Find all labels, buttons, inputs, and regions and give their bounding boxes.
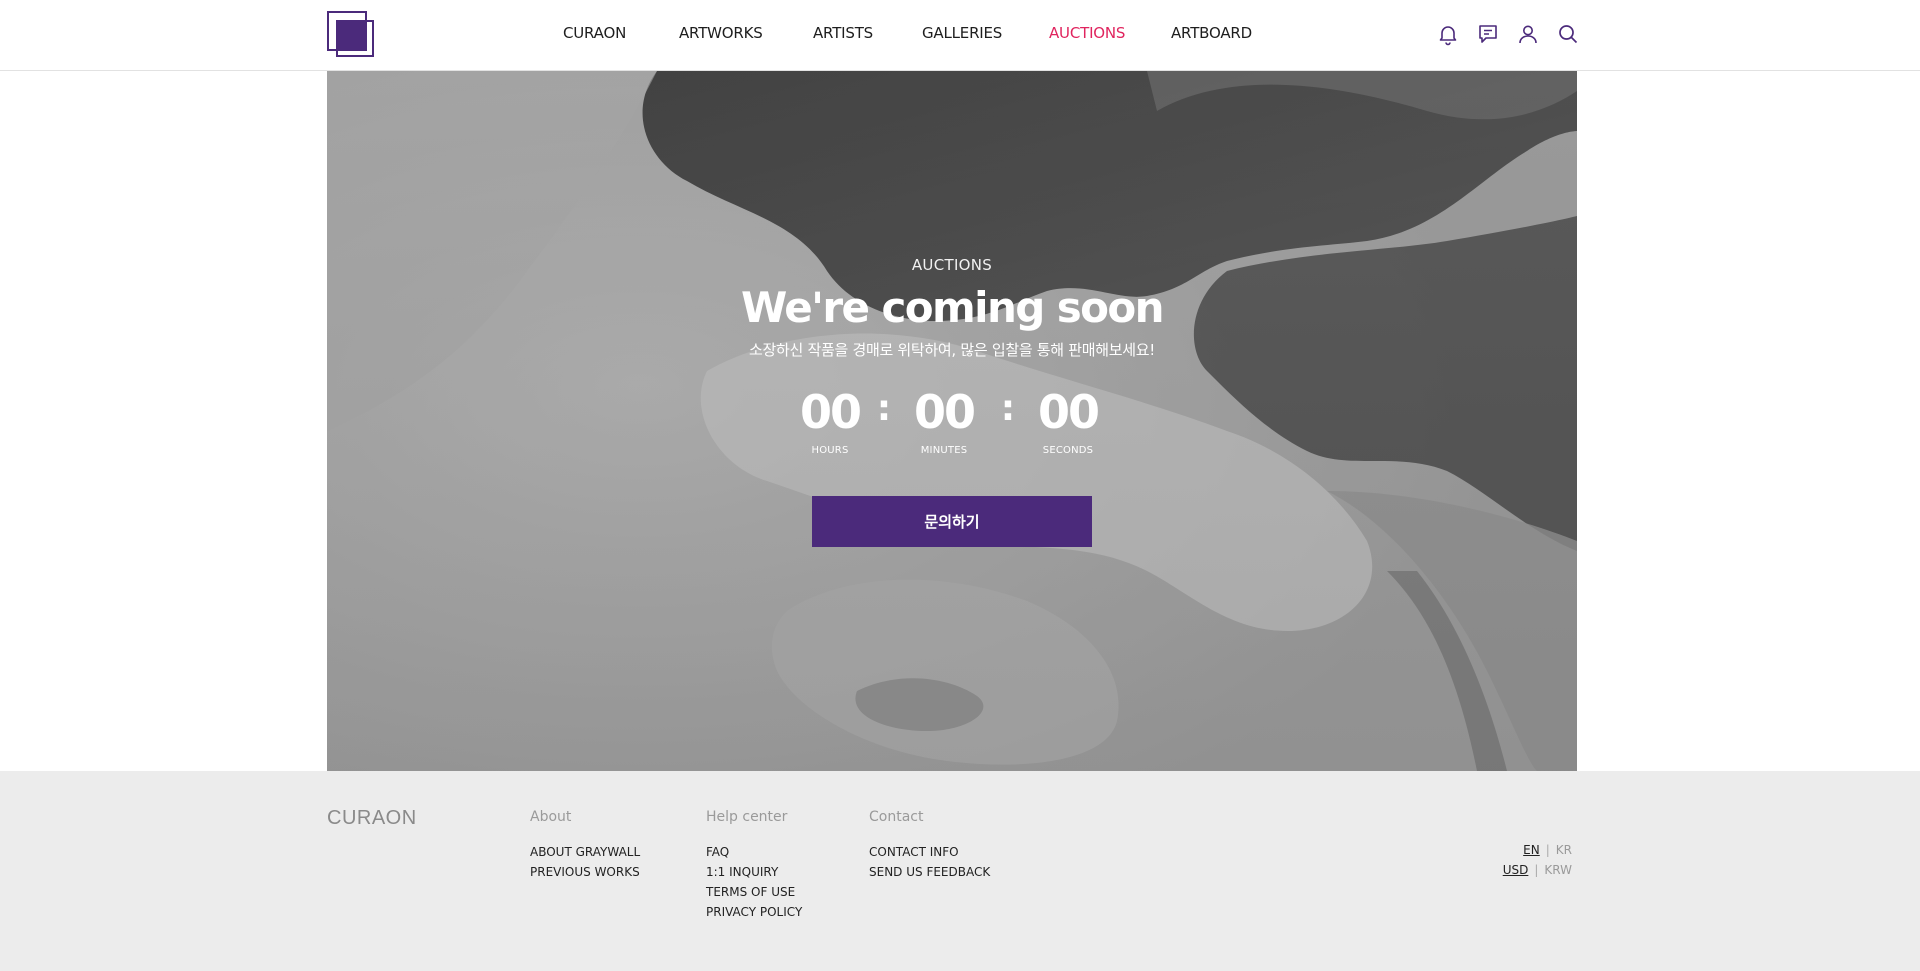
countdown-hours: 00 [799,385,862,439]
footer-about-column: About ABOUT GRAYWALL PREVIOUS WORKS [530,809,640,882]
countdown-colon-2: : [1000,388,1016,429]
curaon-logo[interactable] [327,11,375,57]
nav-item-galleries[interactable]: GALLERIES [922,24,1002,42]
inquiry-button[interactable]: 문의하기 [812,496,1092,547]
countdown-minutes: 00 [913,385,976,439]
countdown-seconds-label: SECONDS [1042,445,1094,456]
hero-subline: 소장하신 작품을 경매로 위탁하여, 많은 입찰을 통해 판매해보세요! [749,341,1155,359]
currency-usd[interactable]: USD [1503,863,1529,877]
countdown-colon-1: : [876,388,892,429]
currency-krw[interactable]: KRW [1544,863,1572,877]
language-en[interactable]: EN [1523,843,1540,857]
language-kr[interactable]: KR [1556,843,1572,857]
footer-help-column: Help center FAQ 1:1 INQUIRY TERMS OF USE… [706,809,802,922]
logo-inner-square [336,20,374,57]
footer-link-terms[interactable]: TERMS OF USE [706,882,802,902]
countdown-hours-label: HOURS [811,445,849,456]
language-switcher: EN | KR [1523,843,1572,857]
countdown-minutes-label: MINUTES [920,445,968,456]
hero-eyebrow: AUCTIONS [911,256,993,274]
hero-headline: We're coming soon [741,283,1165,332]
message-icon[interactable] [1476,22,1500,46]
nav-item-artists[interactable]: ARTISTS [813,24,873,42]
footer-help-heading: Help center [706,809,788,825]
footer-link-previous-works[interactable]: PREVIOUS WORKS [530,862,640,882]
nav-item-artworks[interactable]: ARTWORKS [679,24,763,42]
footer-brand[interactable]: CURAON [327,807,417,830]
language-separator: | [1545,843,1550,857]
footer-link-about-graywall[interactable]: ABOUT GRAYWALL [530,842,640,862]
footer-link-inquiry[interactable]: 1:1 INQUIRY [706,862,802,882]
countdown-seconds: 00 [1037,385,1100,439]
search-icon[interactable] [1556,22,1580,46]
footer-about-heading: About [530,809,572,825]
footer-contact-column: Contact CONTACT INFO SEND US FEEDBACK [869,809,990,882]
bell-icon[interactable] [1436,22,1460,46]
site-header: CURAON ARTWORKS ARTISTS GALLERIES AUCTIO… [0,0,1920,71]
hero-banner: AUCTIONS We're coming soon 소장하신 작품을 경매로 … [327,71,1577,771]
footer-link-feedback[interactable]: SEND US FEEDBACK [869,862,990,882]
currency-separator: | [1534,863,1539,877]
nav-item-curaon[interactable]: CURAON [563,24,626,42]
footer-contact-heading: Contact [869,809,924,825]
user-icon[interactable] [1516,22,1540,46]
footer-link-contact-info[interactable]: CONTACT INFO [869,842,990,862]
footer-link-faq[interactable]: FAQ [706,842,802,862]
currency-switcher: USD | KRW [1503,863,1572,877]
nav-item-artboard[interactable]: ARTBOARD [1171,24,1252,42]
footer-link-privacy[interactable]: PRIVACY POLICY [706,902,802,922]
nav-item-auctions[interactable]: AUCTIONS [1049,24,1125,42]
site-footer: CURAON About ABOUT GRAYWALL PREVIOUS WOR… [0,771,1920,971]
